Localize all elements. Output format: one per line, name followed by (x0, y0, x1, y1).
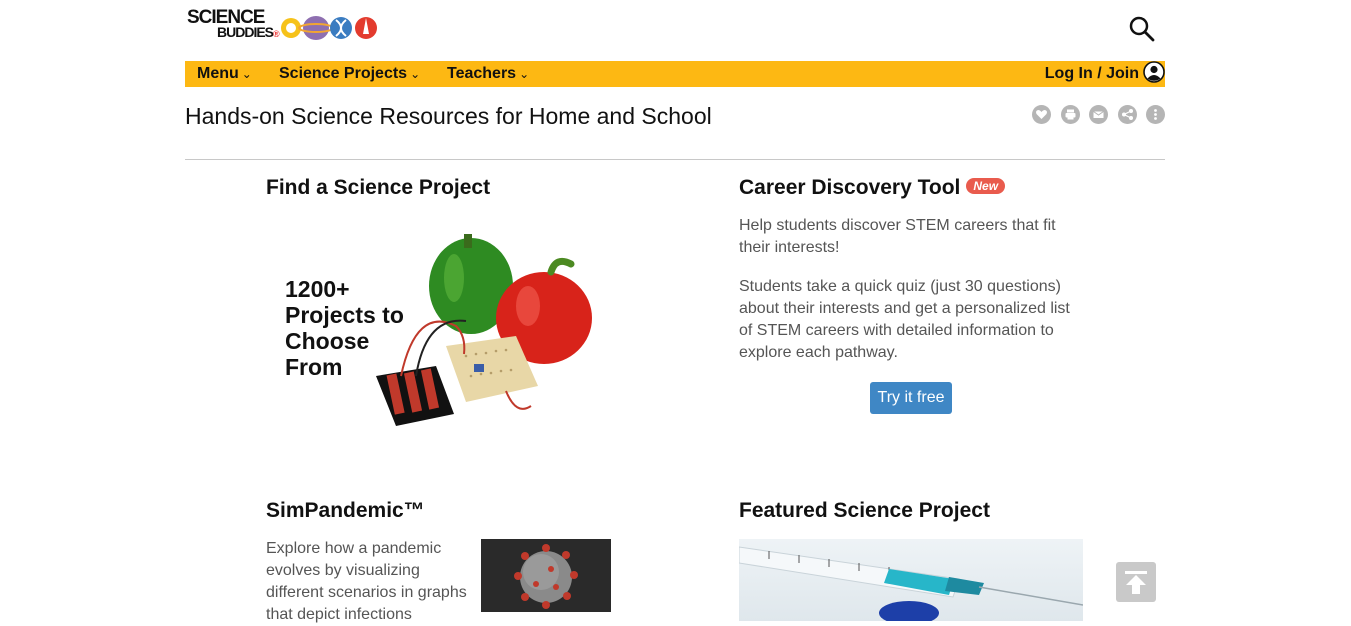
search-icon (1129, 16, 1155, 42)
email-icon[interactable] (1089, 105, 1109, 124)
career-details: Students take a quick quiz (just 30 ques… (739, 278, 1070, 361)
caption-line: 1200+ (285, 276, 350, 302)
login-join-link[interactable]: Log In / Join (1045, 61, 1165, 87)
featured-project-heading[interactable]: Featured Science Project (739, 499, 990, 523)
simpandemic-description: Explore how a pandemic evolves by visual… (266, 540, 467, 623)
page-title: Hands-on Science Resources for Home and … (185, 103, 712, 129)
nav-teachers-label: Teachers (447, 65, 517, 82)
logo-line1: SCIENCE (187, 7, 265, 28)
find-project-caption: 1200+ Projects to Choose From (285, 276, 404, 380)
find-project-heading[interactable]: Find a Science Project (266, 176, 490, 200)
search-button[interactable] (1129, 16, 1155, 42)
try-it-free-button[interactable]: Try it free (870, 382, 952, 414)
chevron-down-icon: ⌄ (519, 67, 530, 81)
logo-science-icons (281, 16, 377, 40)
nav-science-projects-label: Science Projects (279, 65, 408, 82)
virus-image[interactable] (481, 539, 611, 612)
featured-project-image[interactable] (739, 539, 1083, 621)
caption-line: Projects to (285, 302, 404, 328)
logo-text: SCIENCE BUDDIES® (187, 7, 280, 42)
page-tools (1027, 105, 1165, 125)
header-divider (185, 159, 1165, 160)
career-description: Help students discover STEM careers that… (739, 217, 1056, 256)
find-project-image[interactable]: 1200+ Projects to Choose From (266, 226, 612, 440)
caption-line: From (285, 354, 343, 380)
heart-icon[interactable] (1032, 105, 1052, 124)
career-tool-title: Career Discovery Tool (739, 176, 961, 199)
nav-teachers[interactable]: Teachers ⌄ (447, 61, 529, 87)
chevron-down-icon: ⌄ (410, 67, 421, 81)
nav-menu-label: Menu (197, 65, 239, 82)
nav-science-projects[interactable]: Science Projects ⌄ (279, 61, 420, 87)
simpandemic-heading[interactable]: SimPandemic™ (266, 499, 425, 523)
main-nav-bar: Menu ⌄ Science Projects ⌄ Teachers ⌄ Log In… (185, 61, 1165, 87)
new-badge: New (966, 178, 1006, 195)
syringe-illustration (739, 546, 1083, 621)
arrow-up-icon (1125, 571, 1147, 594)
print-icon[interactable] (1060, 105, 1080, 124)
share-icon[interactable] (1117, 105, 1137, 124)
back-to-top-button[interactable] (1116, 562, 1156, 602)
caption-line: Choose (285, 328, 370, 354)
more-icon[interactable] (1146, 105, 1165, 124)
logo-line2-text: BUDDIES (217, 24, 274, 40)
nav-menu[interactable]: Menu ⌄ (197, 61, 252, 87)
science-buddies-logo[interactable]: SCIENCE BUDDIES® (185, 6, 395, 50)
virus-illustration (514, 544, 578, 609)
career-tool-heading[interactable]: Career Discovery Tool New (739, 176, 1006, 200)
user-avatar-icon (1143, 61, 1165, 84)
logo-line2: BUDDIES® (217, 24, 280, 42)
login-label: Log In / Join (1044, 65, 1139, 82)
chevron-down-icon: ⌄ (241, 67, 252, 81)
